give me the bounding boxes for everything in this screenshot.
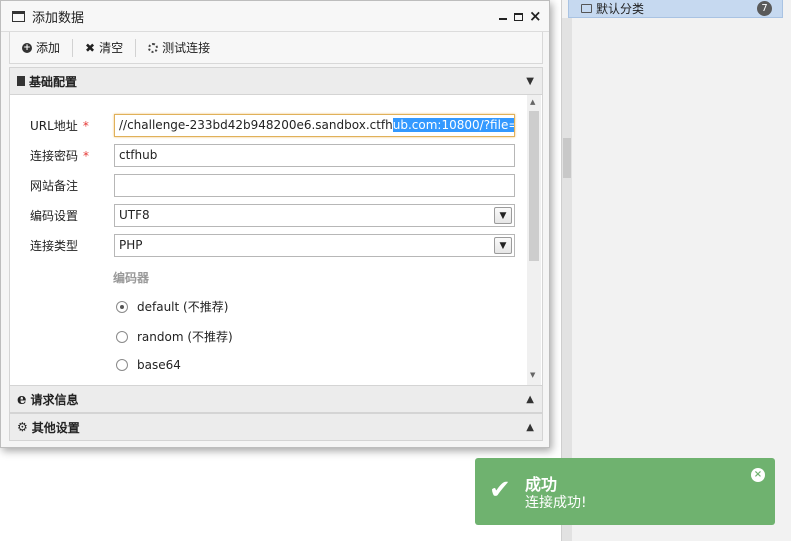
chevron-down-icon[interactable]: ▼ bbox=[494, 206, 512, 224]
folder-icon bbox=[581, 4, 592, 13]
document-icon bbox=[17, 76, 25, 86]
chevron-down-icon[interactable]: ▼ bbox=[494, 236, 512, 254]
test-connection-button[interactable]: 测试连接 bbox=[136, 38, 222, 58]
category-count-badge: 7 bbox=[757, 1, 772, 16]
category-item-default[interactable]: 默认分类 7 bbox=[568, 0, 783, 18]
radio-button[interactable] bbox=[116, 359, 128, 371]
chevron-up-icon[interactable]: ▲ bbox=[526, 394, 534, 405]
type-select[interactable]: PHP ▼ bbox=[114, 233, 515, 257]
add-button-label: 添加 bbox=[36, 41, 61, 55]
encoder-option-label: base64 bbox=[137, 358, 181, 372]
section-other-settings[interactable]: ⚙ 其他设置 ▲ bbox=[9, 413, 543, 441]
url-selected-text: ub.com:10800/?file=shell.txt bbox=[392, 117, 514, 132]
type-row: 连接类型 PHP ▼ bbox=[10, 233, 520, 257]
password-input[interactable]: ctfhub bbox=[114, 143, 515, 167]
chevron-up-icon[interactable]: ▲ bbox=[526, 422, 534, 433]
section-request-title: 请求信息 bbox=[30, 392, 79, 407]
note-row: 网站备注 bbox=[10, 173, 520, 197]
ie-icon: e bbox=[17, 390, 27, 408]
note-input[interactable] bbox=[114, 173, 515, 197]
checkmark-icon: ✔ bbox=[489, 475, 511, 505]
clear-button[interactable]: ✖ 清空 bbox=[73, 38, 135, 58]
type-value: PHP bbox=[119, 237, 143, 252]
url-input[interactable]: //challenge-233bd42b948200e6.sandbox.ctf… bbox=[114, 113, 515, 137]
category-label: 默认分类 bbox=[596, 2, 645, 16]
gears-icon: ⚙ bbox=[17, 420, 28, 434]
minimize-button[interactable] bbox=[498, 10, 508, 22]
scrollbar-thumb[interactable] bbox=[529, 111, 539, 261]
section-other-title: 其他设置 bbox=[31, 420, 80, 435]
plus-circle-icon: + bbox=[22, 42, 32, 53]
required-mark: * bbox=[83, 148, 90, 163]
toast-message: 连接成功! bbox=[525, 495, 587, 511]
test-connection-label: 测试连接 bbox=[162, 41, 211, 55]
password-row: 连接密码 * ctfhub bbox=[10, 143, 520, 167]
add-data-dialog: 添加数据 × + 添加 ✖ 清空 测试连接 基础配置 ▼ URL地址 * //c… bbox=[0, 0, 550, 448]
encoding-value: UTF8 bbox=[119, 207, 150, 222]
x-icon: ✖ bbox=[85, 40, 96, 55]
encoder-option-base64[interactable]: base64 bbox=[116, 358, 181, 372]
dialog-toolbar: + 添加 ✖ 清空 测试连接 bbox=[9, 32, 543, 64]
radio-button[interactable] bbox=[116, 300, 128, 313]
password-label: 连接密码 * bbox=[30, 148, 90, 163]
toast-close-button[interactable]: × bbox=[751, 468, 765, 482]
encoder-option-label: random (不推荐) bbox=[137, 330, 233, 344]
url-row: URL地址 * //challenge-233bd42b948200e6.sand… bbox=[10, 113, 520, 137]
clear-button-label: 清空 bbox=[99, 41, 124, 55]
section-basic-title: 基础配置 bbox=[29, 74, 78, 89]
url-label: URL地址 * bbox=[30, 118, 89, 133]
basic-config-form: URL地址 * //challenge-233bd42b948200e6.sand… bbox=[9, 95, 543, 385]
section-request-info[interactable]: e 请求信息 ▲ bbox=[9, 385, 543, 413]
window-icon bbox=[12, 10, 25, 22]
window-controls: × bbox=[498, 9, 549, 24]
chevron-down-icon[interactable]: ▼ bbox=[526, 76, 534, 87]
form-scrollbar[interactable]: ▲ ▼ bbox=[527, 95, 541, 385]
scrollbar-thumb[interactable] bbox=[563, 138, 571, 178]
encoder-option-default[interactable]: default (不推荐) bbox=[116, 298, 228, 315]
required-mark: * bbox=[82, 118, 89, 133]
add-button[interactable]: + 添加 bbox=[10, 38, 72, 58]
encoding-select[interactable]: UTF8 ▼ bbox=[114, 203, 515, 227]
success-toast: ✔ 成功 连接成功! × bbox=[475, 458, 775, 525]
note-label: 网站备注 bbox=[30, 178, 79, 193]
maximize-button[interactable] bbox=[514, 12, 523, 21]
scroll-down-icon[interactable]: ▼ bbox=[530, 371, 535, 379]
dialog-titlebar[interactable]: 添加数据 × bbox=[1, 1, 549, 32]
close-button[interactable]: × bbox=[529, 9, 542, 24]
spinner-icon bbox=[148, 42, 159, 53]
encoding-label: 编码设置 bbox=[30, 208, 79, 223]
radio-button[interactable] bbox=[116, 330, 128, 343]
encoding-row: 编码设置 UTF8 ▼ bbox=[10, 203, 520, 227]
encoder-option-random[interactable]: random (不推荐) bbox=[116, 328, 233, 345]
type-label: 连接类型 bbox=[30, 238, 79, 253]
encoder-option-label: default (不推荐) bbox=[137, 300, 229, 314]
section-basic-config[interactable]: 基础配置 ▼ bbox=[9, 67, 543, 95]
dialog-title: 添加数据 bbox=[32, 10, 85, 26]
encoder-header: 编码器 bbox=[113, 271, 150, 285]
scroll-up-icon[interactable]: ▲ bbox=[530, 98, 535, 106]
